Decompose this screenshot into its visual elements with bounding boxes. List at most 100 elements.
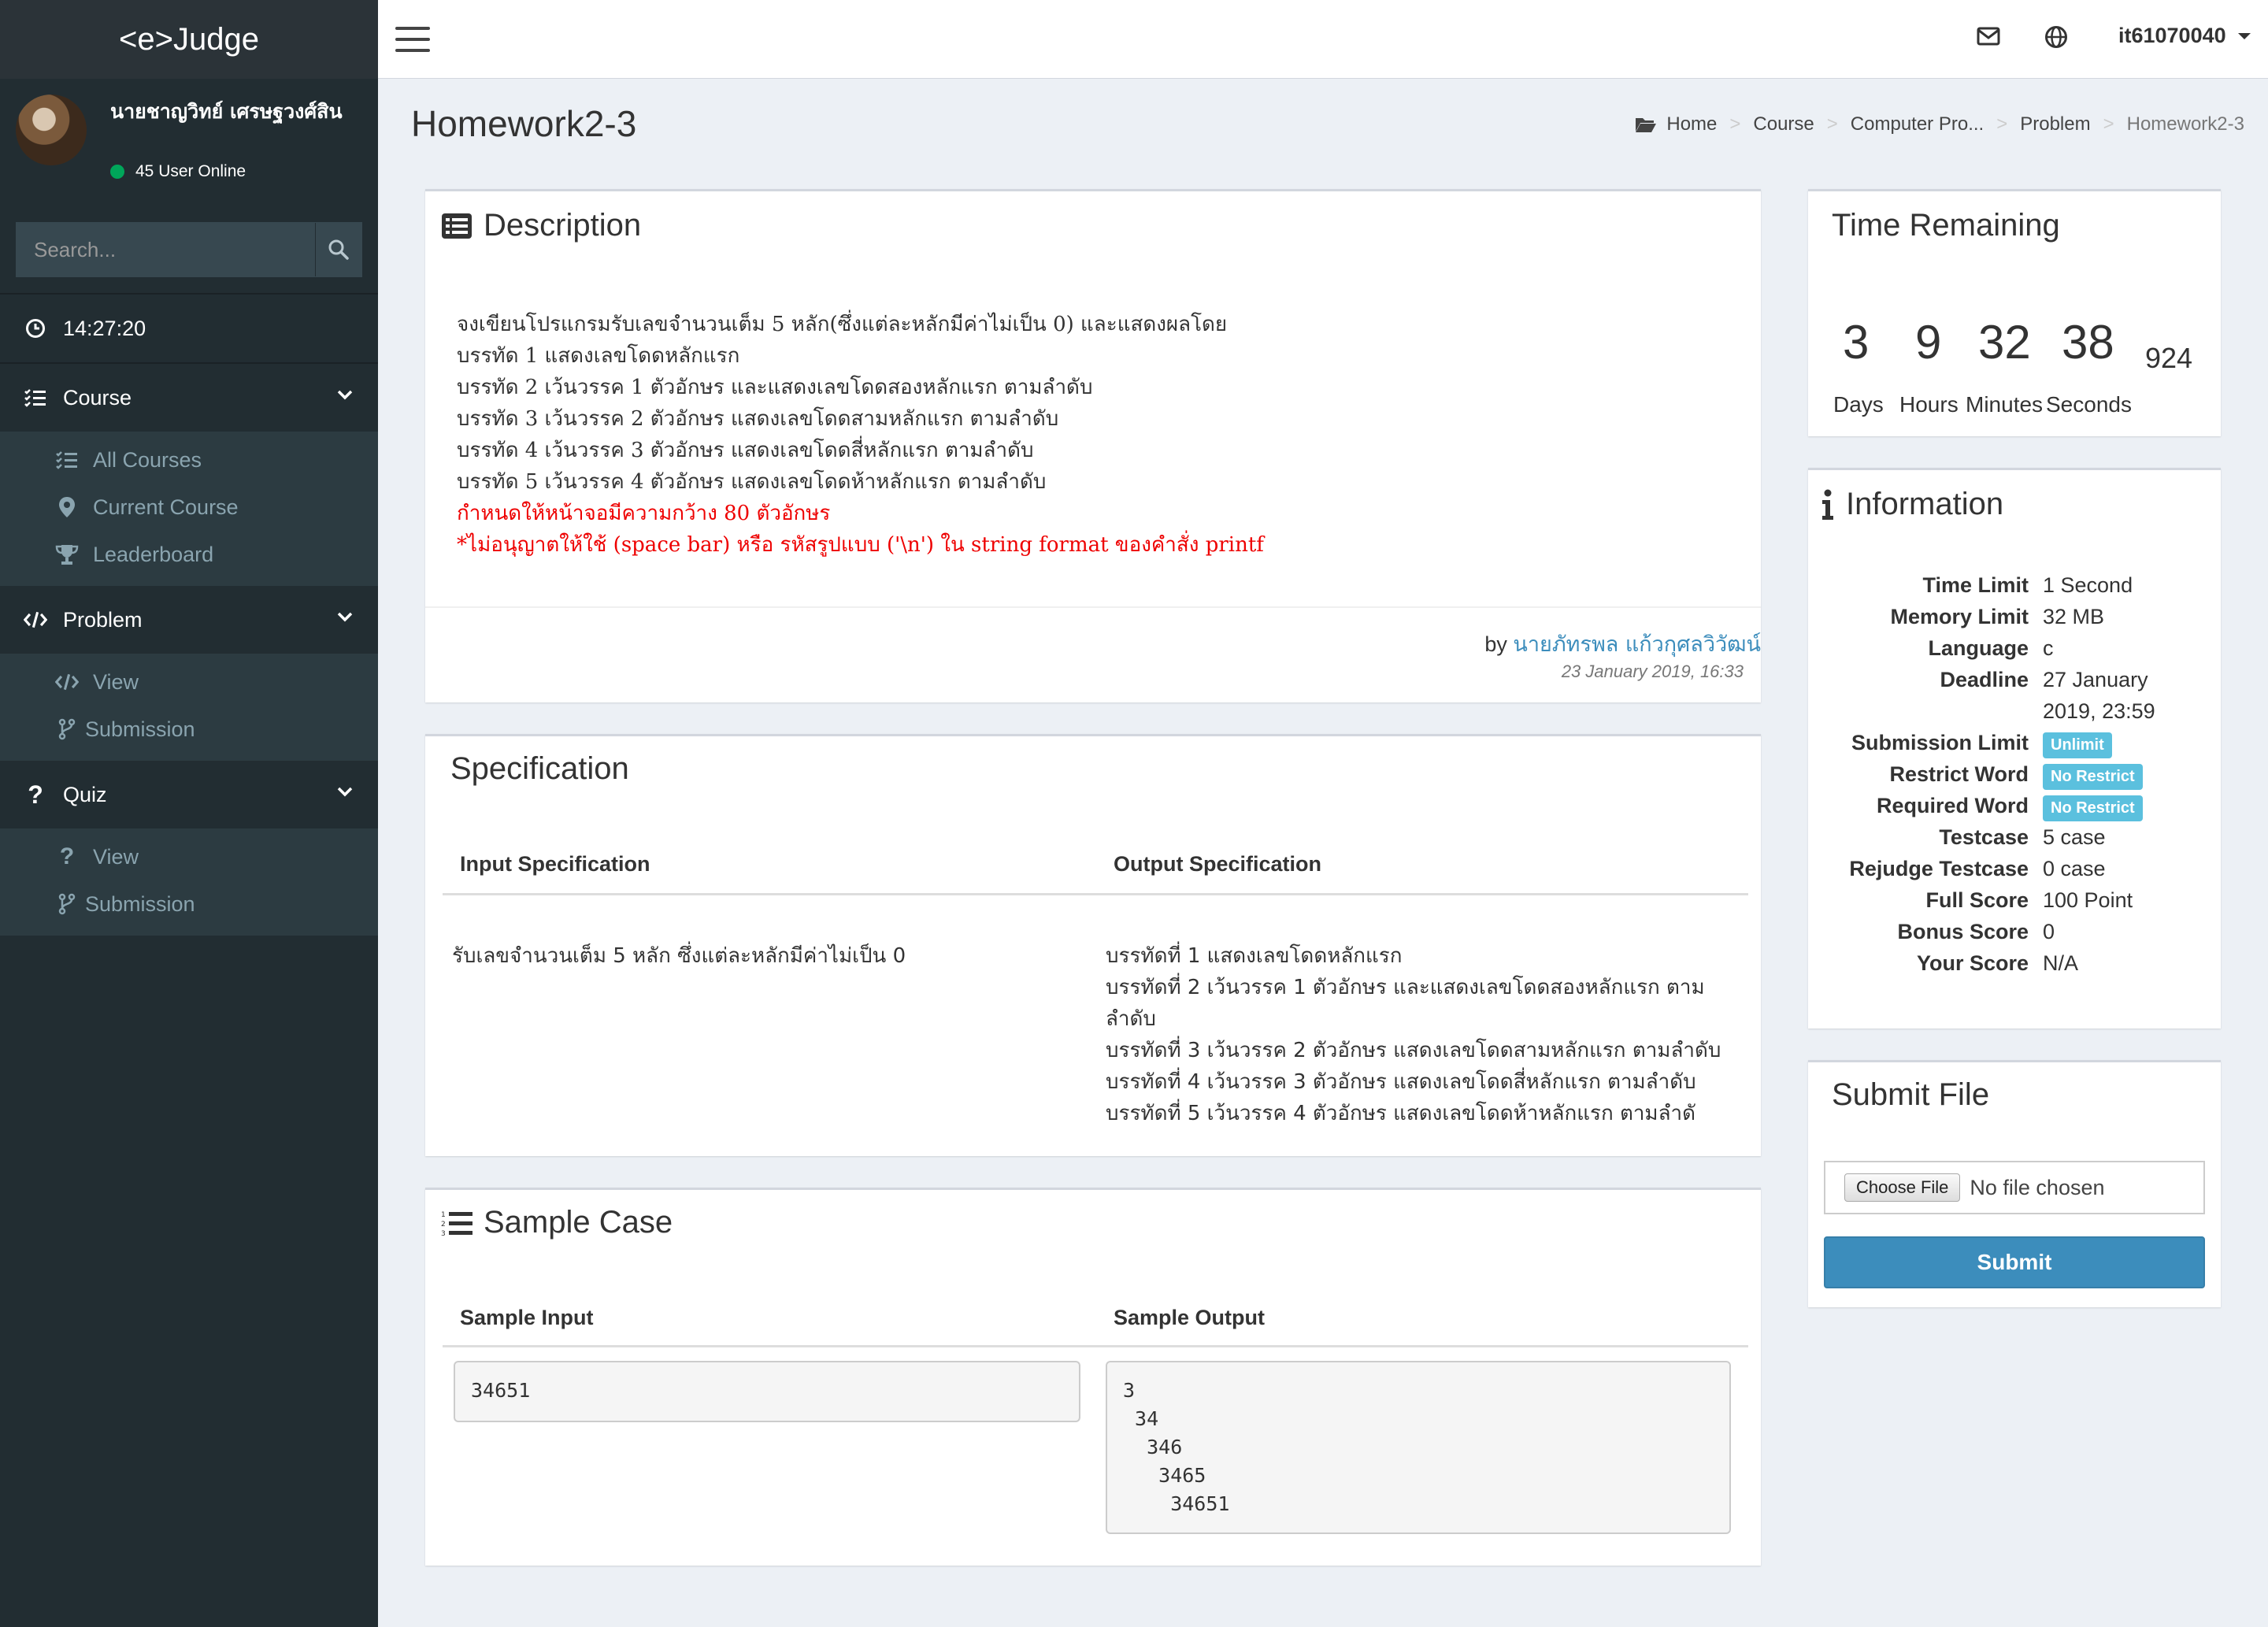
info-label-testcase: Testcase (1939, 825, 2029, 849)
information-title: Information (1821, 487, 2003, 522)
online-count: 45 User Online (135, 162, 246, 180)
sidebar-item-label: Submission (85, 891, 195, 916)
sidebar-item-label: Current Course (93, 495, 239, 519)
description-warning: *ไม่อนุญาตให้ใช้ (space bar) หรือ รหัสรู… (457, 533, 1264, 557)
problem-submenu: View Submission (0, 654, 378, 761)
output-spec-line: ลำดับ (1106, 1007, 1156, 1031)
info-label-bonus-score: Bonus Score (1897, 920, 2029, 943)
breadcrumb-home[interactable]: Home (1666, 113, 1717, 135)
sidebar-item-all-courses[interactable]: All Courses (0, 436, 378, 484)
sample-output-header: Sample Output (1114, 1306, 1266, 1329)
output-spec-line: บรรทัดที่ 2 เว้นวรรค 1 ตัวอักษร และแสดงเ… (1106, 976, 1705, 999)
post-date: 23 January 2019, 16:33 (1561, 662, 1744, 681)
breadcrumb-course[interactable]: Course (1753, 113, 1814, 135)
no-restrict-badge: No Restrict (2043, 764, 2143, 790)
globe-icon (2045, 26, 2067, 48)
sample-case-title-text: Sample Case (484, 1205, 673, 1240)
sidebar-item-quiz-submission[interactable]: Submission (0, 880, 378, 928)
info-value-restrict-word: No Restrict (2043, 762, 2143, 790)
sidebar-item-leaderboard[interactable]: Leaderboard (0, 531, 378, 578)
envelope-icon (1977, 27, 2000, 46)
sidebar-item-quiz[interactable]: ? Quiz (0, 761, 378, 828)
breadcrumb-problem[interactable]: Problem (2020, 113, 2090, 135)
info-label-your-score: Your Score (1916, 951, 2029, 975)
countdown-label-days: Days (1833, 392, 1884, 417)
info-icon (1821, 489, 1835, 521)
language-button[interactable] (2044, 25, 2068, 53)
question-icon: ? (59, 843, 75, 869)
user-menu[interactable]: it61070040 (2118, 24, 2251, 48)
sidebar-item-label: Leaderboard (93, 542, 214, 566)
author-prefix: by (1484, 632, 1507, 656)
sidebar-menu: 14:27:20 Course All Courses Current Cour… (0, 295, 378, 936)
description-title: Description (441, 208, 641, 243)
top-navbar: it61070040 (378, 0, 2268, 79)
info-value-your-score: N/A (2043, 951, 2079, 975)
sidebar-item-label: Problem (63, 607, 143, 632)
info-label-required-word: Required Word (1876, 794, 2029, 817)
sidebar-item-course[interactable]: Course (0, 364, 378, 432)
brand-logo[interactable]: <e>Judge (0, 0, 378, 79)
choose-file-button[interactable]: Choose File (1844, 1173, 1961, 1202)
info-value-memory-limit: 32 MB (2043, 605, 2105, 628)
info-label-rejudge-testcase: Rejudge Testcase (1849, 857, 2029, 880)
output-spec-line: บรรทัดที่ 3 เว้นวรรค 2 ตัวอักษร แสดงเลขโ… (1106, 1039, 1721, 1062)
sidebar-item-current-course[interactable]: Current Course (0, 484, 378, 531)
author-line: by นายภัทรพล แก้วกุศลวิวัฒน์ (1484, 627, 1761, 661)
countdown-milliseconds: 924 (2145, 342, 2193, 374)
search-button[interactable] (315, 223, 361, 276)
output-spec-header: Output Specification (1114, 852, 1322, 876)
sample-input-block[interactable]: 34651 (454, 1361, 1080, 1422)
countdown-label-seconds: Seconds (2046, 392, 2132, 417)
search-input[interactable] (17, 223, 315, 276)
info-value-language: c (2043, 636, 2054, 660)
tasks-icon (55, 448, 79, 472)
countdown-label-hours: Hours (1899, 392, 1959, 417)
description-divider (425, 606, 1761, 608)
chevron-down-icon (337, 390, 353, 400)
info-value-testcase: 5 case (2043, 825, 2106, 849)
countdown-label-minutes: Minutes (1966, 392, 2044, 417)
folder-open-icon (1636, 118, 1657, 132)
description-line: บรรทัด 3 เว้นวรรค 2 ตัวอักษร แสดงเลขโดดส… (457, 407, 1059, 431)
description-warning: กำหนดให้หน้าจอมีความกว้าง 80 ตัวอักษร (457, 502, 831, 525)
breadcrumb-computer-pro[interactable]: Computer Pro... (1851, 113, 1984, 135)
page-title: Homework2-3 (411, 103, 637, 144)
time-remaining-title: Time Remaining (1832, 208, 2060, 243)
map-marker-icon (55, 495, 79, 519)
info-label-full-score: Full Score (1925, 888, 2029, 912)
description-line: บรรทัด 2 เว้นวรรค 1 ตัวอักษร และแสดงเลขโ… (457, 376, 1093, 399)
info-value-deadline: 27 January (2043, 668, 2148, 691)
svg-text:1: 1 (441, 1211, 446, 1219)
sidebar-item-label: View (93, 669, 139, 694)
sample-header-divider (443, 1345, 1748, 1347)
sidebar-item-label: Quiz (63, 782, 107, 806)
author-link[interactable]: นายภัทรพล แก้วกุศลวิวัฒน์ (1513, 632, 1761, 657)
description-line: บรรทัด 5 เว้นวรรค 4 ตัวอักษร แสดงเลขโดดห… (457, 470, 1047, 494)
info-value-required-word: No Restrict (2043, 794, 2143, 821)
input-spec-text: รับเลขจำนวนเต็ม 5 หลัก ซึ่งแต่ละหลักมีค่… (452, 944, 906, 968)
info-label-restrict-word: Restrict Word (1889, 762, 2029, 786)
sidebar-item-problem-view[interactable]: View (0, 658, 378, 706)
sidebar-item-quiz-view[interactable]: ? View (0, 833, 378, 880)
avatar (16, 95, 87, 165)
chevron-down-icon (337, 787, 353, 797)
breadcrumb-separator: > (1996, 113, 2008, 135)
countdown-days: 3 (1843, 316, 1870, 369)
description-line: บรรทัด 4 เว้นวรรค 3 ตัวอักษร แสดงเลขโดดส… (457, 439, 1034, 462)
breadcrumb-separator: > (2103, 113, 2114, 135)
sidebar-item-problem-submission[interactable]: Submission (0, 706, 378, 753)
file-input[interactable]: Choose File No file chosen (1824, 1161, 2205, 1214)
sidebar-toggle-icon[interactable] (395, 27, 430, 52)
question-icon: ? (28, 780, 43, 809)
info-value-submission-limit: Unlimit (2043, 731, 2112, 758)
sidebar-item-problem[interactable]: Problem (0, 586, 378, 654)
submit-button[interactable]: Submit (1824, 1236, 2205, 1288)
search-form (16, 222, 362, 277)
mail-button[interactable] (1977, 27, 2000, 50)
submit-file-title: Submit File (1832, 1077, 1990, 1112)
countdown-seconds: 38 (2062, 316, 2114, 369)
code-fork-icon (55, 892, 79, 916)
sample-output-block[interactable]: 3 34 346 3465 34651 (1106, 1361, 1731, 1534)
sidebar-item-label: View (93, 844, 139, 869)
